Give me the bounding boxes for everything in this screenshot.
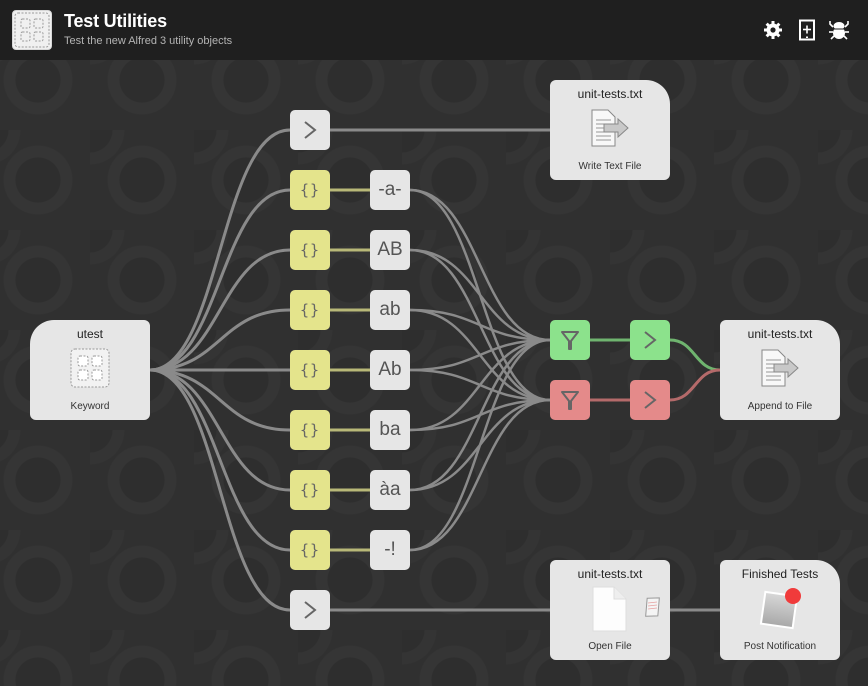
- wire-junction-to-append-pass: [669, 338, 721, 372]
- transform-node[interactable]: Ab: [370, 350, 410, 390]
- post-notification-node[interactable]: Finished Tests Post Notification: [720, 560, 840, 660]
- transform-node[interactable]: AB: [370, 230, 410, 270]
- filter-funnel-icon: [561, 391, 579, 410]
- braces-icon: {}: [299, 241, 321, 259]
- filter-fail-node[interactable]: [550, 380, 590, 420]
- junction-fail[interactable]: [630, 380, 670, 420]
- transform-label: Ab: [378, 359, 402, 380]
- junction-open[interactable]: [290, 590, 330, 630]
- blank-document-icon: [590, 586, 630, 637]
- transform-label: AB: [377, 239, 403, 260]
- chevron-right-icon: [304, 601, 317, 619]
- keyword-node-title: utest: [76, 327, 103, 341]
- arg-var-node[interactable]: {}: [290, 170, 330, 210]
- arg-var-node[interactable]: {}: [290, 350, 330, 390]
- transform-node[interactable]: -a-: [370, 170, 410, 210]
- gear-icon: [764, 21, 782, 39]
- filter-pass-node[interactable]: [550, 320, 590, 360]
- settings-button[interactable]: [762, 19, 784, 41]
- keyword-node-type: Keyword: [70, 401, 110, 412]
- wire-transform-to-filter-pass: [409, 188, 551, 342]
- braces-icon: {}: [299, 421, 321, 439]
- braces-icon: {}: [299, 541, 321, 559]
- arg-var-node[interactable]: {}: [290, 410, 330, 450]
- document-arrow-icon: [758, 348, 802, 393]
- append-file-title: unit-tests.txt: [747, 327, 813, 341]
- junction-pass[interactable]: [630, 320, 670, 360]
- wire-transform-to-filter-fail: [409, 398, 551, 552]
- write-file-type: Write Text File: [578, 161, 642, 172]
- notification-title: Finished Tests: [741, 567, 819, 581]
- braces-icon: {}: [299, 301, 321, 319]
- transform-node[interactable]: àa: [370, 470, 410, 510]
- wire-keyword-to-junction: [149, 368, 291, 612]
- transform-node[interactable]: ba: [370, 410, 410, 450]
- braces-icon: {}: [299, 181, 321, 199]
- arg-var-node[interactable]: {}: [290, 530, 330, 570]
- transform-node[interactable]: -!: [370, 530, 410, 570]
- write-text-file-node[interactable]: unit-tests.txt Write Text File: [550, 80, 670, 180]
- arg-var-node[interactable]: {}: [290, 290, 330, 330]
- open-file-node[interactable]: unit-tests.txt Open File: [550, 560, 670, 660]
- workflow-title: Test Utilities: [64, 11, 167, 31]
- junction-write[interactable]: [290, 110, 330, 150]
- transform-node[interactable]: ab: [370, 290, 410, 330]
- notification-icon: [756, 586, 804, 637]
- add-tablet-icon: [799, 19, 815, 41]
- arg-var-node[interactable]: {}: [290, 230, 330, 270]
- wire-keyword-to-argvar: [149, 188, 291, 372]
- wire-transform-to-filter-pass: [409, 338, 551, 492]
- braces-icon: {}: [299, 481, 321, 499]
- wire-junction-to-append-fail: [669, 368, 721, 402]
- transform-label: àa: [379, 479, 401, 500]
- wire-keyword-to-argvar: [149, 248, 291, 372]
- open-file-title: unit-tests.txt: [577, 567, 643, 581]
- keyword-icon: [70, 348, 110, 393]
- debugger-button[interactable]: [828, 19, 850, 41]
- braces-icon: {}: [299, 361, 321, 379]
- wire-keyword-to-argvar: [149, 368, 291, 552]
- transform-label: -a-: [378, 179, 402, 200]
- text-editor-app-icon: [642, 596, 662, 623]
- workflow-subtitle: Test the new Alfred 3 utility objects: [64, 35, 233, 47]
- transform-label: ba: [379, 419, 401, 440]
- arg-var-node[interactable]: {}: [290, 470, 330, 510]
- workflow-header: Test Utilities Test the new Alfred 3 uti…: [0, 0, 868, 60]
- wire-keyword-to-argvar: [149, 368, 291, 492]
- notification-type: Post Notification: [743, 641, 817, 652]
- keyword-node[interactable]: utest Keyword: [30, 320, 150, 420]
- append-file-type: Append to File: [747, 401, 813, 412]
- filter-funnel-icon: [561, 331, 579, 350]
- transform-label: ab: [379, 299, 401, 320]
- add-object-button[interactable]: [796, 19, 818, 41]
- bug-icon: [829, 21, 849, 40]
- workflow-icon[interactable]: [12, 10, 52, 50]
- chevron-right-icon: [644, 391, 657, 409]
- chevron-right-icon: [304, 121, 317, 139]
- chevron-right-icon: [644, 331, 657, 349]
- open-file-type: Open File: [588, 641, 632, 652]
- wire-keyword-to-junction: [149, 128, 291, 372]
- write-file-title: unit-tests.txt: [577, 87, 643, 101]
- transform-label: -!: [384, 539, 396, 560]
- append-to-file-node[interactable]: unit-tests.txt Append to File: [720, 320, 840, 420]
- document-arrow-icon: [588, 108, 632, 153]
- workflow-canvas[interactable]: utest Keyword unit-tests.txt Write Text …: [0, 60, 868, 686]
